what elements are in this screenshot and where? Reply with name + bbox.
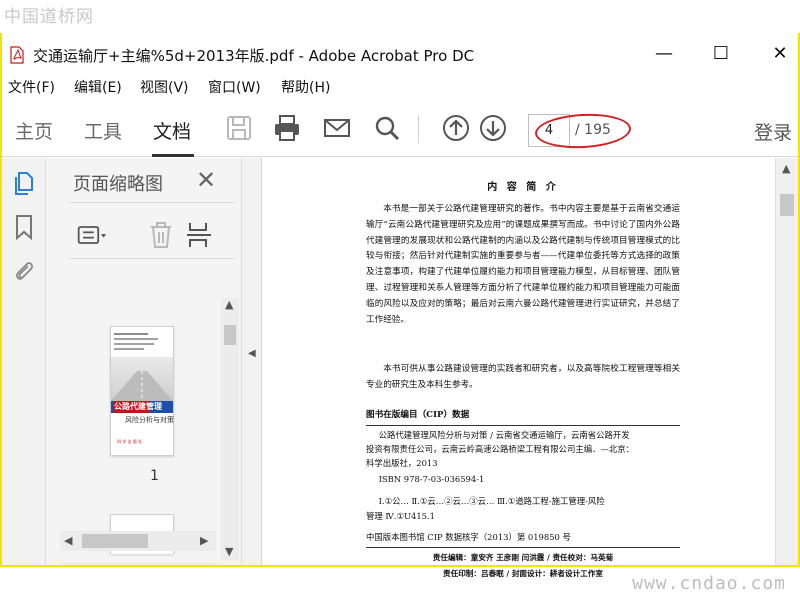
panel-collapse-strip[interactable]: ◀ (242, 158, 262, 565)
email-icon[interactable] (322, 113, 352, 143)
cip-line: 管理 Ⅳ.①U415.1 (366, 511, 435, 521)
thumbnails-vertical-scrollbar[interactable]: ▲ ▼ (221, 298, 239, 560)
document-vertical-scrollbar[interactable]: ▲ (775, 158, 798, 565)
cip-line: 科学出版社，2013 (366, 458, 438, 468)
thumb-text-line (114, 348, 144, 350)
document-viewer[interactable]: 内 容 简 介 本书是一部关于公路代建管理研究的著作。书中内容主要是基于云南省交… (262, 158, 775, 578)
tab-document[interactable]: 文档 (153, 117, 191, 144)
close-panel-button[interactable]: ✕ (196, 166, 216, 194)
scroll-down-arrow[interactable]: ▼ (225, 545, 233, 558)
cip-rule (366, 425, 680, 426)
print-icon[interactable] (272, 113, 302, 143)
left-nav-bar (2, 158, 46, 565)
delete-icon[interactable] (145, 220, 177, 250)
acrobat-window: 交通运输厅+主编%5d+2013年版.pdf - Adobe Acrobat P… (0, 33, 800, 578)
thumbnail-options-icon[interactable] (76, 220, 108, 250)
scroll-left-arrow[interactable]: ◀ (64, 534, 72, 547)
thumbnails-horizontal-scrollbar[interactable]: ◀ ▶ (60, 531, 216, 551)
minimize-button[interactable]: — (642, 39, 686, 69)
active-tab-indicator (152, 154, 194, 157)
summary-paragraph-2: 本书可供从事公路建设管理的实践者和研究者，以及高等院校工程管理等相关专业的研究生… (366, 364, 680, 390)
cover-image (111, 357, 173, 401)
cip-rule (366, 547, 680, 548)
cover-publisher: 科 学 出 版 社 (117, 439, 143, 444)
toolbar-separator (418, 115, 419, 143)
menu-file[interactable]: 文件(F) (8, 77, 55, 97)
pdf-page: 内 容 简 介 本书是一部关于公路代建管理研究的著作。书中内容主要是基于云南省交… (366, 172, 680, 578)
highway-illustration (111, 371, 173, 401)
rotate-page-icon[interactable] (183, 220, 215, 250)
login-button[interactable]: 登录 (754, 118, 792, 145)
scrollbar-thumb[interactable] (82, 534, 148, 548)
summary-paragraph-1: 本书是一部关于公路代建管理研究的著作。书中内容主要是基于云南省交通运输厅“云南公… (366, 204, 680, 325)
menu-help[interactable]: 帮助(H) (281, 77, 330, 97)
maximize-button[interactable]: ☐ (699, 39, 743, 69)
page-heading: 内 容 简 介 (487, 182, 559, 193)
spacer (62, 565, 63, 566)
cip-line: 公路代建管理风险分析与对策 / 云南省交通运输厅，云南省公路开发 (378, 430, 630, 440)
bookmark-icon[interactable] (12, 214, 36, 240)
scrollbar-thumb[interactable] (780, 194, 794, 216)
pdf-file-icon (10, 46, 24, 64)
tab-home[interactable]: 主页 (15, 117, 53, 144)
page-thumbnails-icon[interactable] (12, 170, 36, 196)
page-thumbnail-1[interactable]: 公路代建管理 风险分析与对策 科 学 出 版 社 (110, 326, 174, 456)
menu-window[interactable]: 窗口(W) (208, 77, 261, 97)
thumb-text-line (114, 338, 158, 340)
divider (70, 202, 234, 203)
page-down-icon[interactable] (478, 113, 508, 143)
collapse-panel-arrow[interactable]: ◀ (248, 348, 256, 359)
cover-title: 公路代建管理 (114, 402, 162, 411)
menu-edit[interactable]: 编辑(E) (74, 77, 122, 97)
credits-line-1: 责任编辑：童安齐 王彦刚 闫洪霞 / 责任校对：马英菊 (432, 553, 614, 562)
thumbnail-page-number: 1 (150, 468, 159, 484)
scroll-right-arrow[interactable]: ▶ (200, 534, 208, 547)
close-button[interactable]: ✕ (758, 39, 800, 69)
save-icon[interactable] (224, 113, 254, 143)
window-title: 交通运输厅+主编%5d+2013年版.pdf - Adobe Acrobat P… (33, 47, 475, 65)
cip-title: 图书在版编目（CIP）数据 (366, 410, 470, 420)
search-icon[interactable] (372, 113, 402, 143)
cip-number: 中国版本图书馆 CIP 数据核字（2013）第 019850 号 (366, 532, 571, 542)
cover-blue-band: 公路代建管理 (111, 401, 173, 413)
watermark-top: 中国道桥网 (4, 7, 94, 27)
spacer (62, 563, 218, 565)
scroll-up-arrow[interactable]: ▲ (225, 298, 233, 311)
cover-subtitle: 风险分析与对策 (125, 416, 174, 424)
menu-bar: 文件(F) 编辑(E) 视图(V) 窗口(W) 帮助(H) (2, 77, 798, 99)
cip-line: ISBN 978-7-03-036594-1 (378, 474, 485, 484)
title-bar: 交通运输厅+主编%5d+2013年版.pdf - Adobe Acrobat P… (2, 33, 798, 77)
thumb-text-line (114, 333, 148, 335)
thumbnails-title: 页面缩略图 (73, 174, 163, 195)
thumbnails-panel: 页面缩略图 ✕ 公路代建管理 风险分析与对策 科 学 出 版 社 1 ▲ ▼ (46, 158, 242, 566)
scrollbar-thumb[interactable] (224, 325, 236, 345)
thumb-text-line (114, 343, 154, 345)
tab-tools[interactable]: 工具 (84, 117, 122, 144)
page-up-icon[interactable] (441, 113, 471, 143)
toolbar: 主页 工具 文档 4 / 195 登录 (2, 103, 798, 157)
menu-view[interactable]: 视图(V) (140, 77, 189, 97)
cip-line: Ⅰ.①公… Ⅱ.①云…②云…③云… Ⅲ.①道路工程-施工管理-风险 (378, 496, 605, 506)
attachment-icon[interactable] (12, 258, 36, 284)
divider (70, 258, 234, 259)
watermark-bottom: www.cndao.com (632, 573, 786, 594)
cip-line: 投资有限责任公司，云南云岭高速公路桥梁工程有限公司主编．—北京： (366, 444, 634, 454)
scroll-up-arrow[interactable]: ▲ (782, 162, 790, 175)
